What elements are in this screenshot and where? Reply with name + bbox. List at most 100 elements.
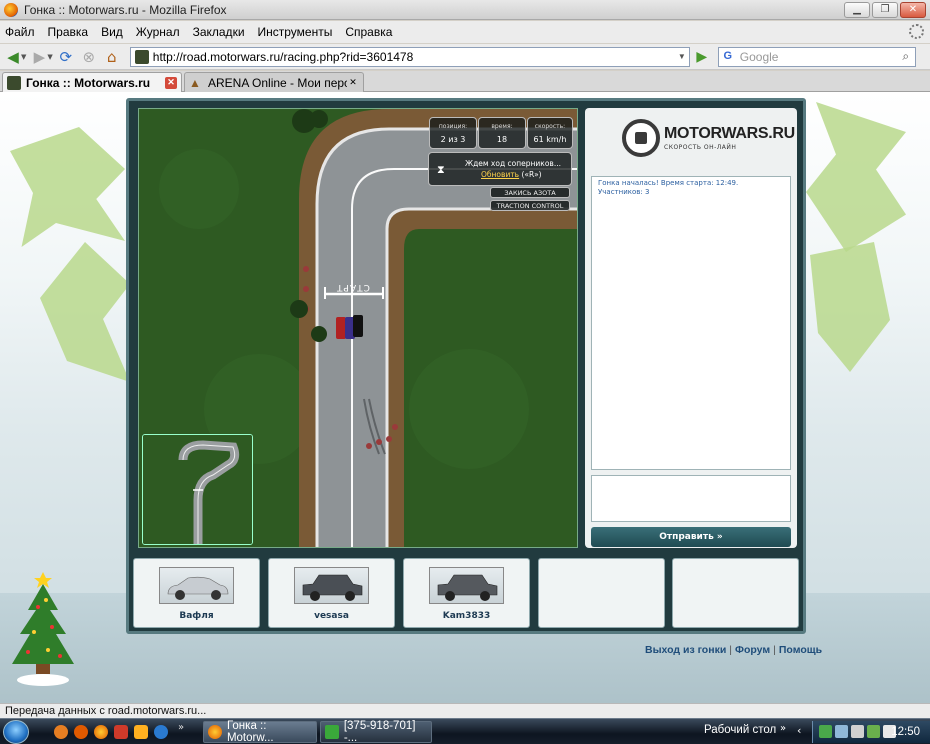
time-value: 18: [496, 135, 508, 144]
taskbar-item-label: Гонка :: Motorw...: [226, 720, 274, 744]
tab-title: ARENA Online - Мои персона...: [208, 75, 347, 90]
car-image: [294, 567, 369, 604]
chat-message: Гонка началась! Время старта: 12:49. Уча…: [598, 179, 739, 196]
refresh-link[interactable]: Обновить: [481, 170, 519, 179]
tab-arena[interactable]: ▲ ARENA Online - Мои персона... ✕: [184, 72, 364, 92]
chat-log: Гонка началась! Время старта: 12:49. Уча…: [591, 176, 791, 470]
help-link[interactable]: Помощь: [779, 644, 822, 656]
speed-value: 61 km/h: [533, 135, 567, 144]
close-button[interactable]: ✕: [900, 1, 926, 18]
navigation-toolbar: ◀ ▼ ▶ ▼ ⟳ ⊗ ⌂ http://road.motorwars.ru/r…: [0, 44, 930, 70]
quicklaunch-more-icon[interactable]: »: [178, 722, 184, 733]
car-silver-icon: [167, 576, 229, 600]
address-url[interactable]: http://road.motorwars.ru/racing.php?rid=…: [153, 50, 675, 64]
throbber-icon: [909, 24, 924, 39]
traction-control-button[interactable]: TRACTION CONTROL: [490, 200, 570, 211]
quicklaunch-app-icon[interactable]: [114, 725, 128, 739]
tray-shield-icon[interactable]: [867, 725, 880, 738]
send-button[interactable]: Отправить »: [591, 527, 791, 547]
logo-name: MOTORWARS.RU: [664, 125, 795, 142]
maximize-button[interactable]: ❐: [872, 1, 898, 18]
forward-history-dropdown-icon[interactable]: ▼: [47, 53, 52, 61]
waiting-panel: ⧗ Ждем ход соперников... Обновить («R»): [428, 152, 572, 186]
player-slot-empty: [538, 558, 665, 628]
tab-close-icon[interactable]: ✕: [347, 77, 359, 89]
taskbar-item-icq[interactable]: [375-918-701] -...: [320, 720, 432, 744]
home-button[interactable]: ⌂: [102, 47, 122, 67]
search-icon[interactable]: ⌕: [897, 49, 915, 64]
menu-edit[interactable]: Правка: [47, 25, 90, 39]
back-button[interactable]: ◀: [3, 47, 23, 67]
desktop-toolbar-label[interactable]: Рабочий стол: [704, 724, 776, 736]
minimize-button[interactable]: ▁: [844, 1, 870, 18]
tray-network-icon[interactable]: [835, 725, 848, 738]
player-name: vesasa: [314, 611, 349, 621]
google-engine-icon[interactable]: G: [721, 50, 735, 64]
toolbar-expand-icon[interactable]: »: [780, 723, 786, 734]
link-separator: |: [773, 644, 776, 656]
hud-position: позиция: 2 из 3: [429, 117, 477, 149]
player-slot-empty: [672, 558, 799, 628]
go-button[interactable]: ▶: [692, 47, 712, 67]
quicklaunch-app2-icon[interactable]: [134, 725, 148, 739]
start-button[interactable]: [3, 720, 29, 744]
address-bar[interactable]: http://road.motorwars.ru/racing.php?rid=…: [129, 46, 690, 67]
menu-history[interactable]: Журнал: [135, 25, 181, 39]
link-separator: |: [729, 644, 733, 656]
status-bar: Передача данных с road.motorwars.ru...: [0, 703, 930, 718]
home-icon: ⌂: [107, 47, 117, 66]
status-text: Передача данных с road.motorwars.ru...: [5, 705, 207, 717]
quicklaunch-opera-icon[interactable]: [74, 725, 88, 739]
menu-tools[interactable]: Инструменты: [257, 25, 334, 39]
footer-links: Выход из гонки | Форум | Помощь: [645, 644, 822, 656]
exit-race-link[interactable]: Выход из гонки: [645, 644, 726, 656]
tab-racing[interactable]: Гонка :: Motorwars.ru ✕: [2, 72, 182, 92]
decor-leaf-right: [806, 102, 906, 252]
quicklaunch-ie-icon[interactable]: [154, 725, 168, 739]
firefox-icon: [4, 2, 18, 17]
chat-app-icon: [325, 725, 339, 739]
car-image: [429, 567, 504, 604]
forward-button[interactable]: ▶: [29, 47, 49, 67]
search-placeholder[interactable]: Google: [737, 50, 897, 64]
url-dropdown-icon[interactable]: ▼: [675, 52, 689, 61]
menu-file[interactable]: Файл: [4, 25, 36, 39]
player-name: Kam3833: [442, 611, 491, 621]
nitro-button[interactable]: ЗАКИСЬ АЗОТА: [490, 187, 570, 198]
window-title: Гонка :: Motorwars.ru - Mozilla Firefox: [24, 2, 227, 17]
quicklaunch-firefox-icon[interactable]: [94, 725, 108, 739]
taskbar-item-firefox[interactable]: Гонка :: Motorw...: [203, 720, 317, 744]
tab-strip: Гонка :: Motorwars.ru ✕ ▲ ARENA Online -…: [0, 71, 930, 92]
waiting-text: Ждем ход соперников...: [465, 159, 561, 168]
stop-button[interactable]: ⊗: [79, 47, 99, 67]
hud-time: время: 18: [478, 117, 526, 149]
back-history-dropdown-icon[interactable]: ▼: [21, 53, 26, 61]
menu-help[interactable]: Справка: [344, 25, 393, 39]
quicklaunch-mail-icon[interactable]: [54, 725, 68, 739]
tray-app-icon[interactable]: [819, 725, 832, 738]
arena-favicon-icon: ▲: [189, 75, 201, 90]
refresh-hotkey: («R»): [521, 170, 542, 179]
window-title-bar: Гонка :: Motorwars.ru - Mozilla Firefox …: [0, 0, 930, 20]
player-slot: Kam3833: [403, 558, 530, 628]
tray-chevron-icon[interactable]: ‹: [797, 724, 801, 737]
search-box[interactable]: G Google ⌕: [717, 46, 916, 67]
reload-button[interactable]: ⟳: [56, 47, 76, 67]
tab-title: Гонка :: Motorwars.ru: [26, 75, 151, 90]
tray-volume-icon[interactable]: [851, 725, 864, 738]
forum-link[interactable]: Форум: [735, 644, 770, 656]
car-image: [159, 567, 234, 604]
firefox-icon: [208, 725, 222, 739]
page-content: позиция: 2 из 3 время: 18 скорость: 61 k…: [0, 92, 930, 703]
motorwars-favicon-icon: [7, 75, 21, 90]
chat-input[interactable]: [591, 475, 791, 522]
christmas-tree-icon: [12, 572, 74, 686]
back-arrow-icon: ◀: [7, 47, 19, 66]
time-label: время:: [491, 123, 513, 130]
menu-bookmarks[interactable]: Закладки: [192, 25, 246, 39]
menu-view[interactable]: Вид: [100, 25, 124, 39]
player-slot: vesasa: [268, 558, 395, 628]
stop-icon: ⊗: [82, 47, 96, 66]
clock[interactable]: 12:50: [891, 726, 920, 738]
tab-close-icon[interactable]: ✕: [165, 76, 177, 89]
